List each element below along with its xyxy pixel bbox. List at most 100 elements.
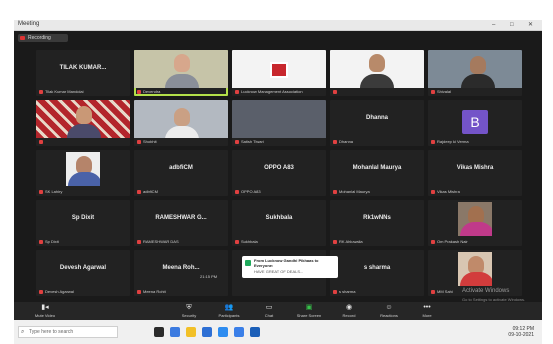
more-button[interactable]: ••• More bbox=[412, 304, 442, 318]
mic-muted-icon bbox=[235, 239, 239, 244]
participant-video bbox=[232, 100, 326, 138]
mic-muted-icon bbox=[39, 239, 43, 244]
chat-button[interactable]: ▭ Chat bbox=[254, 304, 284, 318]
reactions-button[interactable]: ☺ Reactions bbox=[374, 304, 404, 318]
participant-tile[interactable]: RAMESHWAR G... RAMESHWAR DAS bbox=[134, 200, 228, 246]
file-explorer-icon[interactable] bbox=[186, 327, 196, 337]
person-body bbox=[165, 74, 199, 88]
participant-tile[interactable] bbox=[36, 100, 130, 146]
participant-name: Om Prakash Nair bbox=[431, 239, 468, 244]
participant-tile[interactable]: Meena Roh... Meena Rohit bbox=[134, 250, 228, 296]
participant-tile[interactable]: Sp Dixit Sp Dixit bbox=[36, 200, 130, 246]
task-view-icon[interactable] bbox=[154, 327, 164, 337]
mic-muted-icon bbox=[333, 239, 337, 244]
mail-icon[interactable] bbox=[218, 327, 228, 337]
word-app-icon[interactable] bbox=[250, 327, 260, 337]
participant-tile[interactable]: Sukhbala Sukhbala bbox=[232, 200, 326, 246]
edge-browser-icon[interactable] bbox=[170, 327, 180, 337]
participant-tile[interactable]: Rk1wNNs RK Ahluwalia bbox=[330, 200, 424, 246]
participant-video bbox=[134, 100, 228, 138]
participant-photo bbox=[66, 152, 100, 186]
participant-tile[interactable]: SK Lahiry bbox=[36, 150, 130, 196]
chat-message: HAVE GREAT OF DEALS... bbox=[254, 269, 304, 274]
participant-display-name: Mohanlal Maurya bbox=[352, 165, 402, 171]
participant-name: Shivalal bbox=[431, 89, 451, 94]
participant-tile[interactable]: s sharma s sharma bbox=[330, 250, 424, 296]
person-body bbox=[461, 74, 495, 88]
mic-muted-icon bbox=[39, 89, 43, 94]
participant-display-name: TILAK KUMAR... bbox=[59, 65, 107, 71]
participant-name: adbfiCM bbox=[137, 189, 158, 194]
windows-taskbar: ⌕ Type here to search 09:12 PM 09-10-202… bbox=[14, 320, 542, 344]
avatar: B bbox=[462, 110, 488, 134]
mic-muted-icon bbox=[431, 289, 435, 294]
mic-muted-icon bbox=[39, 139, 43, 144]
participant-tile[interactable]: Dhanna Dhanna bbox=[330, 100, 424, 146]
title-bar: Meeting – □ ✕ bbox=[14, 20, 542, 31]
person-body bbox=[460, 272, 492, 286]
participant-tile[interactable] bbox=[330, 50, 424, 96]
people-icon: 👥 bbox=[224, 304, 234, 311]
person-head bbox=[174, 54, 190, 72]
participant-tile[interactable]: Shobhit bbox=[134, 100, 228, 146]
person-body bbox=[67, 124, 101, 138]
taskbar-search-box[interactable]: ⌕ Type here to search bbox=[18, 326, 118, 338]
participant-name: MM Sahi bbox=[431, 289, 453, 294]
participant-tile[interactable]: Mohanlal Maurya Mohanlal Maurya bbox=[330, 150, 424, 196]
participant-name: Shobhit bbox=[137, 139, 157, 144]
recording-indicator[interactable]: Recording bbox=[18, 34, 68, 42]
participant-tile[interactable]: Shivalal bbox=[428, 50, 522, 96]
participant-display-name: adbfiCM bbox=[169, 165, 193, 171]
person-head bbox=[470, 56, 486, 74]
participant-tile[interactable]: B Rajdeep ki Verma bbox=[428, 100, 522, 146]
participant-tile[interactable]: adbfiCM adbfiCM bbox=[134, 150, 228, 196]
shield-icon: ⛨ bbox=[186, 304, 192, 311]
participant-display-name: Dhanna bbox=[365, 115, 388, 121]
participant-tile[interactable]: Satish Tiwari bbox=[232, 100, 326, 146]
minimize-icon[interactable]: – bbox=[492, 21, 495, 30]
maximize-icon[interactable]: □ bbox=[510, 21, 514, 30]
mute-video-button[interactable]: ▮◂ Mute Video bbox=[30, 304, 60, 318]
close-icon[interactable]: ✕ bbox=[528, 21, 533, 30]
person-head bbox=[76, 106, 92, 124]
activate-windows-watermark: Activate Windows bbox=[462, 288, 510, 294]
participant-tile-active[interactable]: Devendra bbox=[134, 50, 228, 96]
mic-muted-icon bbox=[333, 89, 337, 94]
participant-tile[interactable]: Devesh Agarwal Devesh Agarwal bbox=[36, 250, 130, 296]
participant-tile[interactable]: Om Prakash Nair bbox=[428, 200, 522, 246]
participant-display-name: RAMESHWAR G... bbox=[155, 215, 207, 221]
mic-muted-icon bbox=[137, 289, 141, 294]
participant-name: Satish Tiwari bbox=[235, 139, 264, 144]
share-screen-button[interactable]: ▣ Share Screen bbox=[294, 304, 324, 318]
person-body bbox=[460, 222, 492, 236]
window-title: Meeting bbox=[18, 21, 40, 27]
participant-tile[interactable]: Lucknow Management Association bbox=[232, 50, 326, 96]
mic-muted-icon bbox=[431, 189, 435, 194]
mic-muted-icon bbox=[333, 189, 337, 194]
participant-name: RK Ahluwalia bbox=[333, 239, 363, 244]
system-tray[interactable]: 09:12 PM 09-10-2021 bbox=[508, 326, 534, 338]
participant-tile[interactable]: OPPO A83 OPPO A83 bbox=[232, 150, 326, 196]
participant-video bbox=[428, 50, 522, 88]
security-button[interactable]: ⛨ Security bbox=[174, 304, 204, 318]
participant-display-name: OPPO A83 bbox=[264, 165, 294, 171]
participant-name: Mohanlal Maurya bbox=[333, 189, 370, 194]
chat-notification[interactable]: From Lucknow Gandhi Pikhaas to Everyone:… bbox=[242, 256, 338, 278]
record-button[interactable]: ◉ Record bbox=[334, 304, 364, 318]
participant-name: Rajdeep ki Verma bbox=[431, 139, 469, 144]
participant-display-name: Vikas Mishra bbox=[456, 165, 494, 171]
mic-muted-icon bbox=[137, 89, 141, 94]
participant-tile[interactable]: Vikas Mishra Vikas Mishra bbox=[428, 150, 522, 196]
participant-name: Devesh Agarwal bbox=[39, 289, 74, 294]
participant-display-name: Meena Roh... bbox=[162, 265, 200, 271]
association-logo-icon bbox=[270, 62, 288, 78]
zoom-app-icon[interactable] bbox=[234, 327, 244, 337]
store-icon[interactable] bbox=[202, 327, 212, 337]
participants-button[interactable]: 👥 Participants bbox=[214, 304, 244, 318]
participant-display-name: Sukhbala bbox=[265, 215, 293, 221]
participant-tile[interactable]: TILAK KUMAR... Tilak Kumar Mandolai bbox=[36, 50, 130, 96]
participant-name: OPPO A83 bbox=[235, 189, 261, 194]
participant-name: Tilak Kumar Mandolai bbox=[39, 89, 84, 94]
participant-photo bbox=[458, 202, 492, 236]
chat-icon bbox=[245, 260, 251, 266]
